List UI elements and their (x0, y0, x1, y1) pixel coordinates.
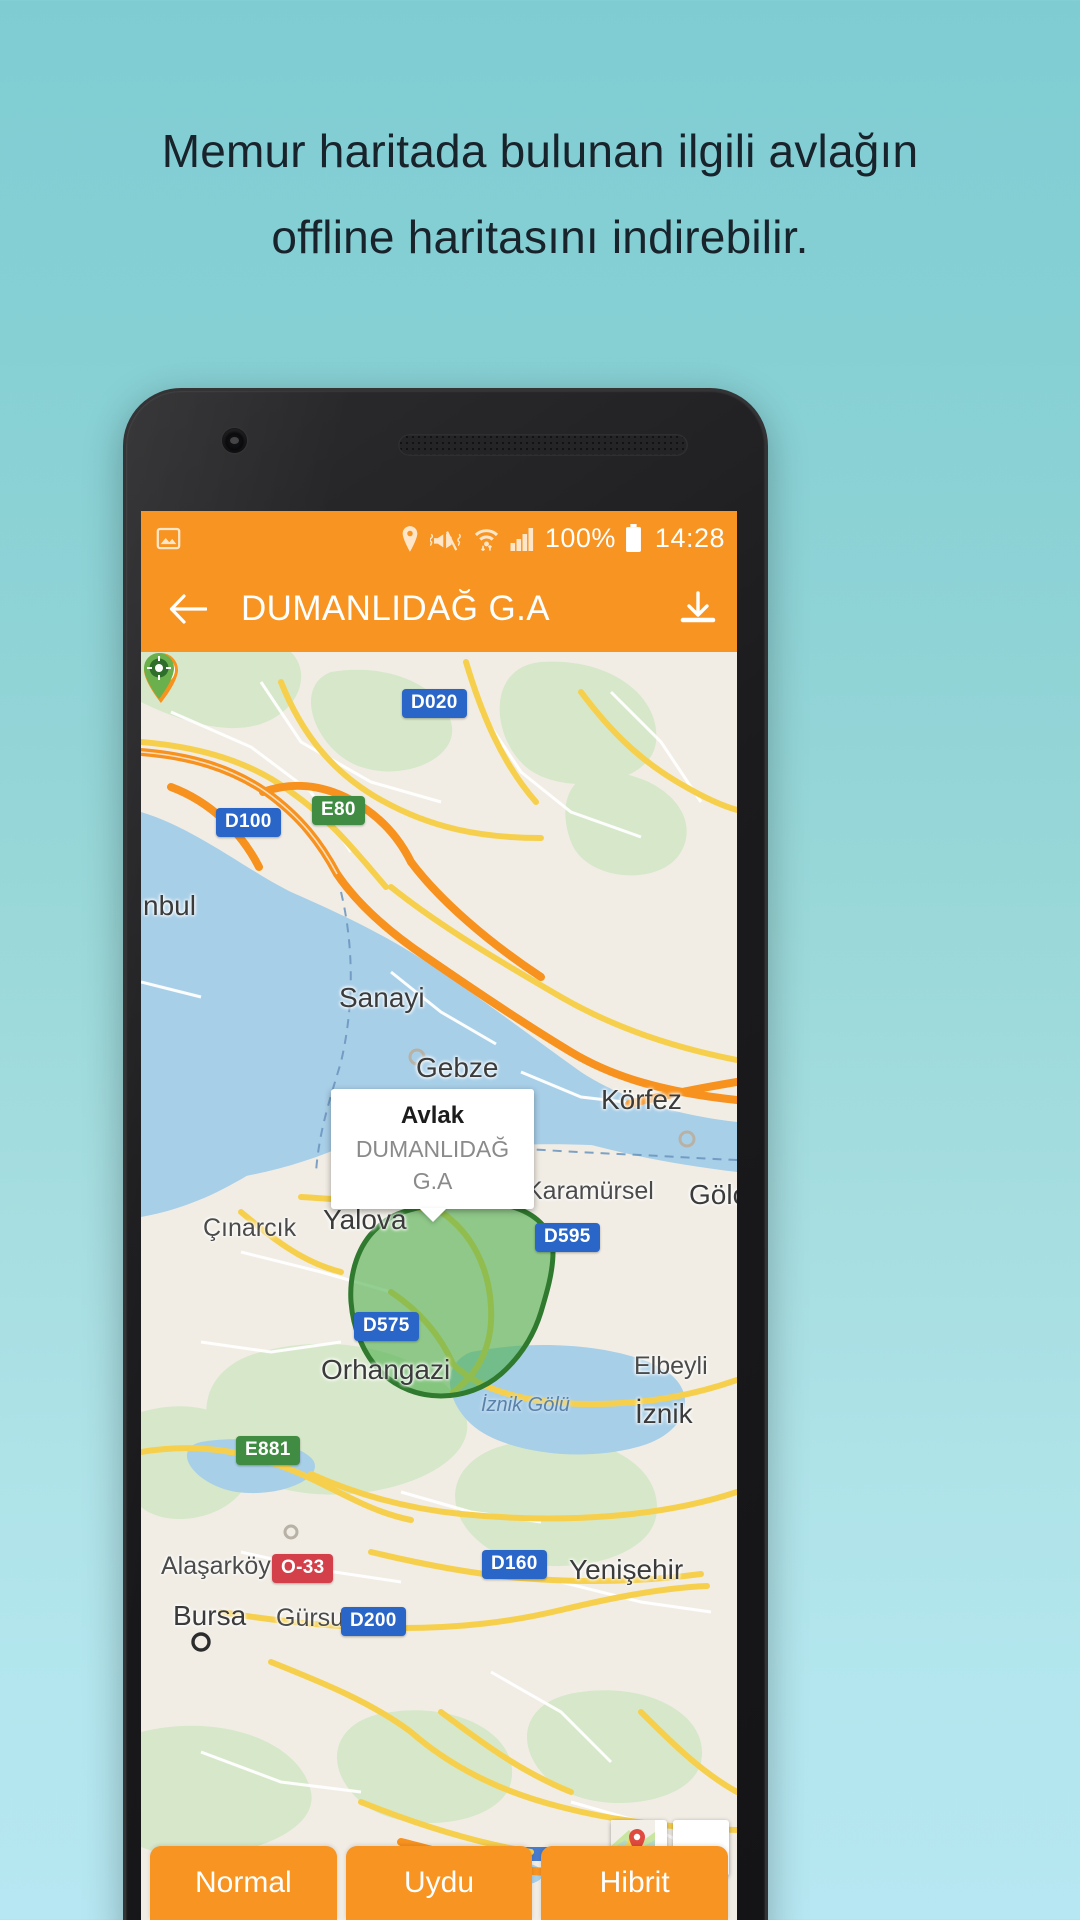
map-mode-satellite[interactable]: Uydu (345, 1846, 533, 1920)
phone-screen: 100% 14:28 DUMANLIDAĞ G.A nbul Sanayi Ge… (141, 511, 737, 1920)
headline-line-2: offline haritasını indirebilir. (271, 211, 809, 263)
map-mode-bar: Normal Uydu Hibrit (141, 1838, 737, 1920)
download-icon[interactable] (679, 590, 717, 628)
callout-subtitle: DUMANLIDAĞ G.A (355, 1136, 510, 1194)
map-graphics (141, 652, 737, 1920)
highway-shield: D020 (402, 689, 467, 718)
location-icon (402, 525, 418, 552)
back-arrow-icon[interactable] (167, 593, 207, 625)
map-canvas[interactable]: M nbulSanayiGebzeKörfezKaramürselGölcYal… (141, 652, 737, 1920)
status-icons: 100% 14:28 (399, 523, 725, 554)
highway-shield: D200 (341, 1607, 406, 1636)
battery-percent-label: 100% (544, 523, 616, 553)
earpiece-speaker (398, 434, 688, 456)
status-bar: 100% 14:28 (141, 511, 737, 566)
highway-shield: D575 (354, 1312, 419, 1341)
highway-shield: E881 (236, 1436, 300, 1465)
map-mode-hybrid[interactable]: Hibrit (541, 1846, 729, 1920)
headline-line-1: Memur haritada bulunan ilgili avlağın (161, 125, 919, 177)
signal-icon (510, 527, 533, 551)
map-info-callout[interactable]: Avlak DUMANLIDAĞ G.A (331, 1089, 534, 1209)
highway-shield: E80 (312, 796, 365, 825)
toolbar-title: DUMANLIDAĞ G.A (241, 589, 550, 628)
mute-vibrate-icon (429, 530, 461, 551)
clock-label: 14:28 (654, 523, 725, 553)
front-camera-icon (222, 428, 247, 453)
highway-shield: D595 (535, 1223, 600, 1252)
gallery-icon (156, 527, 181, 550)
page-title: Memur haritada bulunan ilgili avlağın of… (0, 108, 1080, 280)
battery-icon (625, 524, 641, 552)
map-mode-normal[interactable]: Normal (150, 1846, 337, 1920)
app-toolbar: DUMANLIDAĞ G.A (141, 566, 737, 652)
wifi-icon (474, 528, 498, 551)
highway-shield: D160 (482, 1550, 547, 1579)
highway-shield: D100 (216, 808, 281, 837)
area-center-pin-icon[interactable] (141, 652, 177, 700)
callout-title: Avlak (400, 1102, 465, 1129)
highway-shield: O-33 (272, 1554, 334, 1583)
